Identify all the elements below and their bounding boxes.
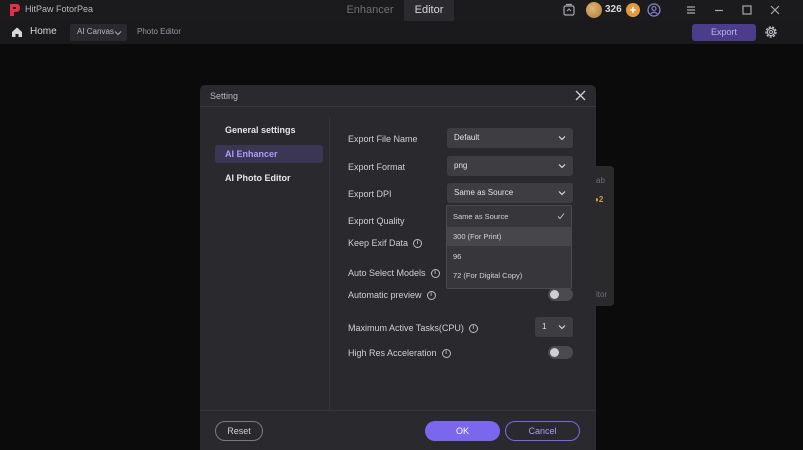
keep-exif-row: Keep Exif Data i <box>348 238 423 249</box>
background-card-label: itor <box>596 290 608 299</box>
high-res-row: High Res Acceleration i <box>348 348 451 359</box>
user-icon[interactable] <box>647 3 661 17</box>
dpi-option-label: 72 (For Digital Copy) <box>453 271 523 280</box>
app-name: HitPaw FotorPea <box>25 4 94 14</box>
check-icon <box>557 213 565 220</box>
close-icon[interactable] <box>574 89 587 102</box>
export-format-label: Export Format <box>348 162 406 172</box>
home-icon[interactable] <box>11 26 23 38</box>
dpi-option-label: 96 <box>453 252 462 261</box>
chevron-down-icon <box>558 325 566 330</box>
max-tasks-label: Maximum Active Tasks(CPU) <box>348 323 464 333</box>
high-res-label: High Res Acceleration <box>348 348 437 358</box>
gallery-icon[interactable] <box>562 3 576 17</box>
export-format-select[interactable]: png <box>447 156 573 176</box>
export-dpi-dropdown: Same as Source 300 (For Print) 96 72 (Fo… <box>446 205 572 289</box>
export-button[interactable]: Export <box>692 24 756 41</box>
keep-exif-label: Keep Exif Data <box>348 238 409 248</box>
export-file-name-select[interactable]: Default <box>447 128 573 148</box>
max-tasks-select[interactable]: 1 <box>535 317 573 337</box>
automatic-preview-label: Automatic preview <box>348 290 422 300</box>
dpi-option-label: Same as Source <box>453 212 509 221</box>
export-file-name-label: Export File Name <box>348 134 418 144</box>
dpi-option-72[interactable]: 72 (For Digital Copy) <box>447 266 571 285</box>
chevron-down-icon <box>558 136 566 141</box>
gear-icon[interactable] <box>763 24 779 40</box>
photo-editor-link[interactable]: Photo Editor <box>137 27 181 36</box>
info-icon[interactable]: i <box>468 324 478 334</box>
ai-canvas-label: AI Canvas <box>77 27 114 36</box>
menu-icon[interactable] <box>684 3 698 17</box>
automatic-preview-toggle[interactable] <box>548 288 573 301</box>
app-logo-icon <box>10 4 20 16</box>
dialog-title: Setting <box>210 91 239 101</box>
auto-select-models-row: Auto Select Models i <box>348 268 440 279</box>
footer-divider <box>200 410 596 411</box>
dpi-option-same-as-source[interactable]: Same as Source <box>447 207 571 226</box>
tab-enhancer[interactable]: Enhancer <box>332 0 408 21</box>
dpi-option-label: 300 (For Print) <box>453 232 502 241</box>
home-link[interactable]: Home <box>30 26 57 37</box>
sidebar-item-general-settings[interactable]: General settings <box>215 121 323 139</box>
dialog-header: Setting <box>200 85 596 107</box>
export-format-value: png <box>454 161 468 170</box>
max-tasks-value: 1 <box>542 322 547 331</box>
info-icon[interactable]: i <box>426 291 436 301</box>
toggle-knob <box>550 348 559 357</box>
export-dpi-select[interactable]: Same as Source <box>447 183 573 203</box>
minimize-icon[interactable] <box>712 3 726 17</box>
chevron-down-icon <box>558 164 566 169</box>
title-bar: HitPaw FotorPea Enhancer Editor 326 + <box>0 0 803 21</box>
credits-count: 326 <box>605 4 622 15</box>
export-file-name-value: Default <box>454 133 480 142</box>
export-dpi-value: Same as Source <box>454 188 514 197</box>
max-tasks-row: Maximum Active Tasks(CPU) i <box>348 323 478 334</box>
background-card-text: ab <box>596 176 605 185</box>
high-res-toggle[interactable] <box>548 346 573 359</box>
sidebar-item-ai-photo-editor[interactable]: AI Photo Editor <box>215 169 323 187</box>
sidebar-item-ai-enhancer[interactable]: AI Enhancer <box>215 145 323 163</box>
add-credits-icon[interactable]: + <box>626 3 640 17</box>
info-icon[interactable]: i <box>413 239 423 249</box>
dpi-option-300[interactable]: 300 (For Print) <box>447 227 571 246</box>
window-close-icon[interactable] <box>768 3 782 17</box>
cancel-button[interactable]: Cancel <box>505 421 580 441</box>
auto-select-models-label: Auto Select Models <box>348 268 426 278</box>
reset-button[interactable]: Reset <box>215 421 263 441</box>
dpi-option-96[interactable]: 96 <box>447 247 571 266</box>
chevron-down-icon <box>558 191 566 196</box>
info-icon[interactable]: i <box>430 269 440 279</box>
export-quality-label: Export Quality <box>348 216 405 226</box>
export-dpi-label: Export DPI <box>348 189 392 199</box>
sidebar-divider <box>329 117 330 410</box>
settings-dialog: Setting General settings AI Enhancer AI … <box>200 85 596 450</box>
info-icon[interactable]: i <box>441 349 451 359</box>
nav-bar: Home AI Canvas Photo Editor Export <box>0 21 803 44</box>
ok-button[interactable]: OK <box>425 421 500 441</box>
chevron-down-icon <box>114 31 122 36</box>
tab-editor[interactable]: Editor <box>404 0 454 21</box>
coin-icon <box>586 2 602 18</box>
maximize-icon[interactable] <box>740 3 754 17</box>
automatic-preview-row: Automatic preview i <box>348 290 436 301</box>
ai-canvas-dropdown[interactable]: AI Canvas <box>70 24 127 41</box>
toggle-knob <box>550 290 559 299</box>
